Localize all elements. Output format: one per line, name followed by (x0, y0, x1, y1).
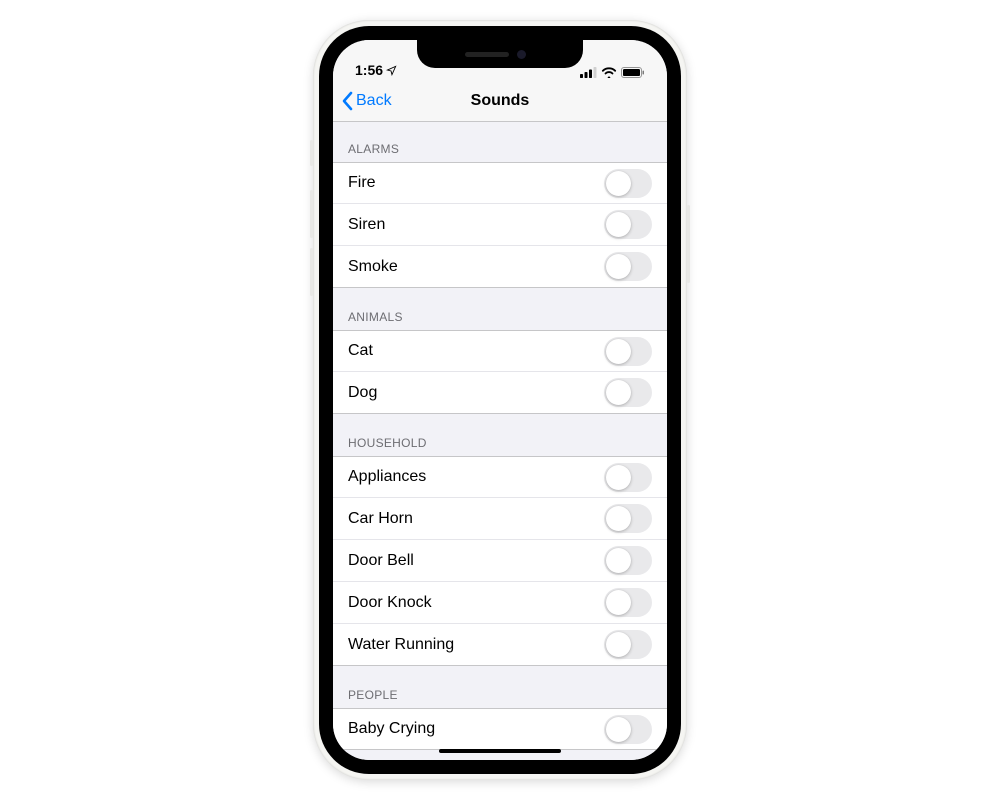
navigation-bar: Back Sounds (333, 80, 667, 122)
toggle-dog[interactable] (604, 378, 652, 407)
row-label: Smoke (348, 258, 398, 276)
row-label: Door Knock (348, 594, 432, 612)
phone-frame: 1:56 (313, 20, 687, 780)
section-header-animals: ANIMALS (333, 288, 667, 330)
row-appliances[interactable]: Appliances (333, 456, 667, 498)
row-smoke[interactable]: Smoke (333, 246, 667, 288)
row-label: Siren (348, 216, 385, 234)
row-baby-crying[interactable]: Baby Crying (333, 708, 667, 750)
toggle-water-running[interactable] (604, 630, 652, 659)
settings-list[interactable]: ALARMS Fire Siren Smoke ANIMALS Cat (333, 122, 667, 760)
row-label: Fire (348, 174, 376, 192)
mute-switch-button (310, 140, 313, 166)
row-car-horn[interactable]: Car Horn (333, 498, 667, 540)
row-fire[interactable]: Fire (333, 162, 667, 204)
toggle-appliances[interactable] (604, 463, 652, 492)
toggle-baby-crying[interactable] (604, 715, 652, 744)
power-button (687, 205, 690, 283)
toggle-car-horn[interactable] (604, 504, 652, 533)
row-dog[interactable]: Dog (333, 372, 667, 414)
phone-bezel: 1:56 (319, 26, 681, 774)
toggle-smoke[interactable] (604, 252, 652, 281)
section-header-household: HOUSEHOLD (333, 414, 667, 456)
row-siren[interactable]: Siren (333, 204, 667, 246)
toggle-door-bell[interactable] (604, 546, 652, 575)
row-label: Dog (348, 384, 377, 402)
row-label: Appliances (348, 468, 426, 486)
notch (417, 40, 583, 68)
row-water-running[interactable]: Water Running (333, 624, 667, 666)
back-label: Back (356, 92, 392, 110)
status-time: 1:56 (355, 62, 383, 78)
toggle-siren[interactable] (604, 210, 652, 239)
volume-up-button (310, 190, 313, 238)
toggle-cat[interactable] (604, 337, 652, 366)
cellular-icon (580, 67, 597, 78)
row-label: Door Bell (348, 552, 414, 570)
chevron-left-icon (341, 91, 353, 111)
row-door-bell[interactable]: Door Bell (333, 540, 667, 582)
section-header-people: PEOPLE (333, 666, 667, 708)
section-header-alarms: ALARMS (333, 122, 667, 162)
page-title: Sounds (471, 92, 530, 110)
row-label: Baby Crying (348, 720, 435, 738)
home-indicator[interactable] (439, 749, 561, 753)
wifi-icon (601, 67, 617, 78)
row-label: Cat (348, 342, 373, 360)
row-label: Water Running (348, 636, 454, 654)
screen: 1:56 (333, 40, 667, 760)
row-label: Car Horn (348, 510, 413, 528)
back-button[interactable]: Back (341, 91, 392, 111)
location-icon (386, 65, 397, 76)
battery-icon (621, 67, 645, 78)
toggle-door-knock[interactable] (604, 588, 652, 617)
row-cat[interactable]: Cat (333, 330, 667, 372)
volume-down-button (310, 248, 313, 296)
toggle-fire[interactable] (604, 169, 652, 198)
row-door-knock[interactable]: Door Knock (333, 582, 667, 624)
